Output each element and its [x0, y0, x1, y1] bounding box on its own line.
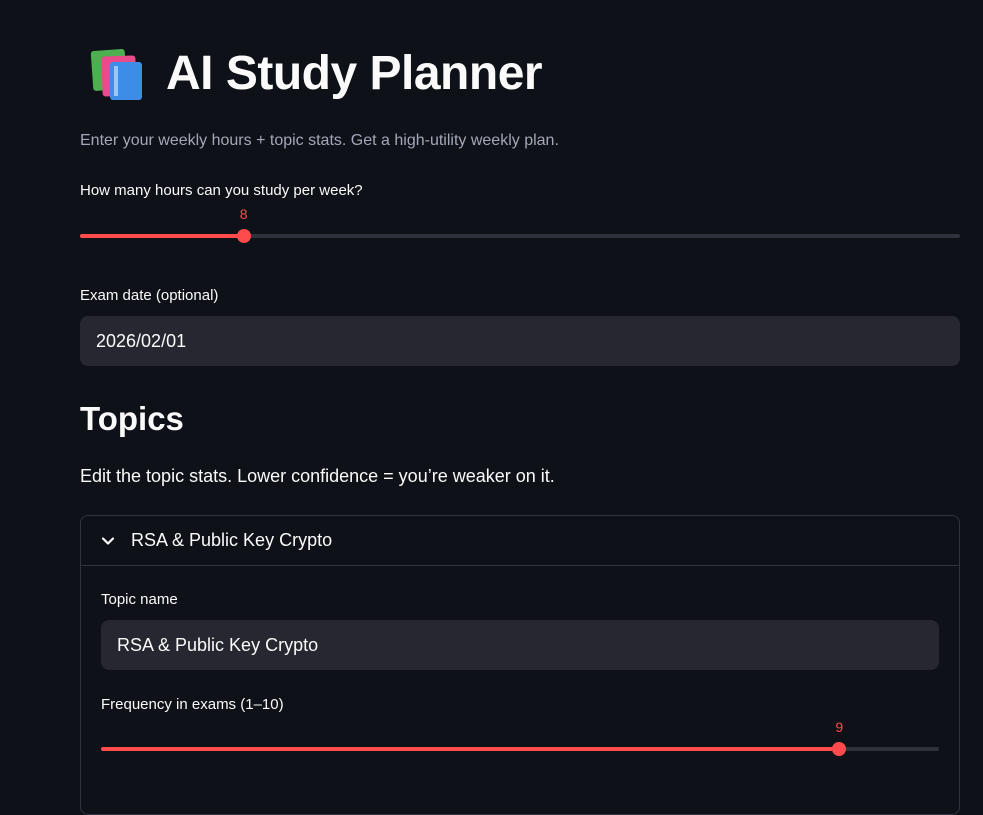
chevron-down-icon: [101, 536, 115, 545]
hours-slider-value: 8: [239, 206, 248, 222]
page-title: AI Study Planner: [166, 47, 543, 100]
exam-date-input[interactable]: 2026/02/01: [80, 316, 960, 366]
topic-expander-header[interactable]: RSA & Public Key Crypto: [81, 516, 959, 566]
exam-date-label: Exam date (optional): [80, 287, 219, 304]
topic-name-input[interactable]: RSA & Public Key Crypto: [101, 620, 939, 670]
topics-heading: Topics: [80, 400, 184, 437]
hours-slider-thumb[interactable]: [236, 229, 251, 243]
topic-name-label: Topic name: [101, 591, 178, 608]
frequency-slider-fill: [101, 747, 840, 751]
hours-slider-label: How many hours can you study per week?: [80, 182, 363, 199]
page-subtitle: Enter your weekly hours + topic stats. G…: [80, 132, 559, 149]
frequency-slider-value: 9: [835, 719, 844, 735]
topics-description: Edit the topic stats. Lower confidence =…: [80, 466, 555, 486]
frequency-slider-thumb[interactable]: [832, 742, 847, 756]
hours-slider-fill: [80, 234, 244, 238]
topic-expander-title: RSA & Public Key Crypto: [131, 530, 333, 550]
title-row: AI Study Planner: [88, 44, 543, 104]
frequency-slider-label: Frequency in exams (1–10): [101, 696, 284, 713]
books-icon: [90, 48, 142, 100]
